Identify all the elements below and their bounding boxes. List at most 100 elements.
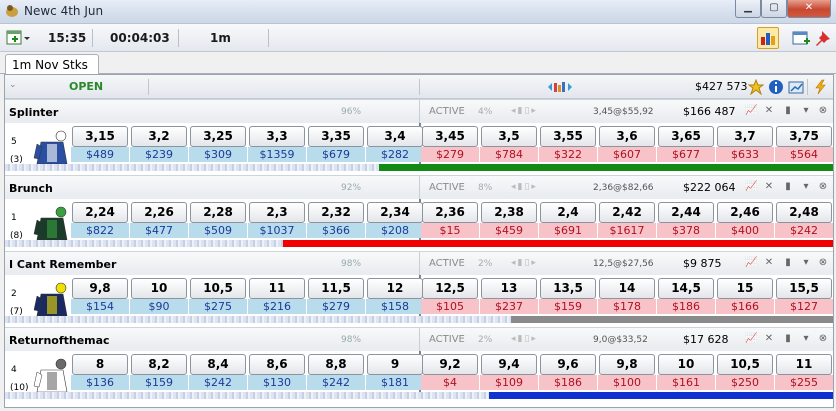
lay-price-button[interactable]: 9,2	[422, 354, 478, 375]
new-window-button[interactable]	[790, 27, 812, 49]
nav-arrows-icon[interactable]: ◂▮▯▸	[511, 182, 538, 192]
star-icon[interactable]	[748, 79, 764, 95]
back-price-button[interactable]: 10,5	[190, 278, 246, 299]
lay-price-button[interactable]: 3,7	[717, 126, 773, 147]
no-tool-icon[interactable]: ✕	[763, 257, 775, 269]
back-price-button[interactable]: 10	[131, 278, 187, 299]
back-price-button[interactable]: 2,3	[249, 202, 305, 223]
graph-icon[interactable]: 📈	[745, 333, 757, 345]
dropdown-icon[interactable]: ▾	[800, 333, 812, 345]
lay-price-button[interactable]: 9,6	[540, 354, 596, 375]
lay-price-button[interactable]: 10	[658, 354, 714, 375]
lay-price-button[interactable]: 2,42	[599, 202, 655, 223]
runner-number: 1	[11, 213, 17, 223]
back-price-button[interactable]: 9,8	[72, 278, 128, 299]
bar-icon[interactable]: ▮	[782, 257, 794, 269]
back-price-button[interactable]: 3,4	[367, 126, 423, 147]
lay-price-button[interactable]: 15,5	[776, 278, 832, 299]
lightning-icon[interactable]	[814, 79, 828, 95]
graph-icon[interactable]	[788, 79, 804, 95]
lay-price-button[interactable]: 2,44	[658, 202, 714, 223]
lay-price-button[interactable]: 13	[481, 278, 537, 299]
lay-price-button[interactable]: 3,55	[540, 126, 596, 147]
lay-price-button[interactable]: 2,46	[717, 202, 773, 223]
lay-price-button[interactable]: 3,65	[658, 126, 714, 147]
lay-price-button[interactable]: 14,5	[658, 278, 714, 299]
lay-price-button[interactable]: 13,5	[540, 278, 596, 299]
lay-price-button[interactable]: 9,4	[481, 354, 537, 375]
bar-icon[interactable]: ▮	[782, 333, 794, 345]
back-price-button[interactable]: 8,2	[131, 354, 187, 375]
graph-icon[interactable]: 📈	[745, 257, 757, 269]
graph-icon[interactable]: 📈	[745, 105, 757, 117]
remove-icon[interactable]: ⊗	[817, 105, 829, 117]
lay-price-button[interactable]: 9,8	[599, 354, 655, 375]
back-price-button[interactable]: 12	[367, 278, 423, 299]
chart-button[interactable]	[757, 27, 779, 49]
bar-icon[interactable]: ▮	[782, 181, 794, 193]
remove-icon[interactable]: ⊗	[817, 333, 829, 345]
no-tool-icon[interactable]: ✕	[763, 105, 775, 117]
lay-price-button[interactable]: 3,75	[776, 126, 832, 147]
dropdown-icon[interactable]: ▾	[800, 257, 812, 269]
lay-price-button[interactable]: 10,5	[717, 354, 773, 375]
back-price-button[interactable]: 3,35	[308, 126, 364, 147]
back-price-button[interactable]: 2,34	[367, 202, 423, 223]
add-market-button[interactable]	[4, 27, 32, 49]
close-button[interactable]: ✕	[787, 0, 831, 18]
bar-icon[interactable]: ▮	[782, 105, 794, 117]
separator	[268, 29, 269, 47]
back-price-button[interactable]: 9	[367, 354, 423, 375]
separator	[148, 79, 149, 95]
graph-icon[interactable]: 📈	[745, 181, 757, 193]
lay-volume: $378	[657, 223, 715, 238]
back-price-button[interactable]: 11	[249, 278, 305, 299]
lay-price-button[interactable]: 2,48	[776, 202, 832, 223]
back-price-button[interactable]: 2,24	[72, 202, 128, 223]
back-price-button[interactable]: 3,15	[72, 126, 128, 147]
back-volume: $216	[248, 299, 306, 314]
collapse-chevron-icon[interactable]: ⌄	[9, 80, 17, 90]
back-price-button[interactable]: 8,4	[190, 354, 246, 375]
lay-price-button[interactable]: 12,5	[422, 278, 478, 299]
lay-price-button[interactable]: 2,4	[540, 202, 596, 223]
lay-price-button[interactable]: 3,5	[481, 126, 537, 147]
back-price-button[interactable]: 2,32	[308, 202, 364, 223]
info-icon[interactable]	[768, 79, 784, 95]
book-icon[interactable]	[548, 81, 572, 93]
weight-of-money-bar	[511, 316, 833, 323]
back-volume: $279	[307, 299, 365, 314]
no-tool-icon[interactable]: ✕	[763, 333, 775, 345]
minimize-button[interactable]: ▁	[735, 0, 761, 18]
back-price-button[interactable]: 2,28	[190, 202, 246, 223]
remove-icon[interactable]: ⊗	[817, 257, 829, 269]
back-price-button[interactable]: 3,3	[249, 126, 305, 147]
no-tool-icon[interactable]: ✕	[763, 181, 775, 193]
dropdown-icon[interactable]: ▾	[800, 105, 812, 117]
remove-icon[interactable]: ⊗	[817, 181, 829, 193]
back-price-button[interactable]: 8	[72, 354, 128, 375]
maximize-button[interactable]: ▢	[761, 0, 787, 18]
back-price-button[interactable]: 11,5	[308, 278, 364, 299]
lay-price-button[interactable]: 2,38	[481, 202, 537, 223]
back-price-button[interactable]: 3,25	[190, 126, 246, 147]
pin-button[interactable]	[812, 27, 834, 49]
back-price-button[interactable]: 8,8	[308, 354, 364, 375]
lay-price-button[interactable]: 3,45	[422, 126, 478, 147]
tab-market[interactable]: 1m Nov Stks	[5, 54, 99, 75]
nav-arrows-icon[interactable]: ◂▮▯▸	[511, 334, 538, 344]
lay-price-button[interactable]: 3,6	[599, 126, 655, 147]
lay-price-button[interactable]: 11	[776, 354, 832, 375]
lay-price-button[interactable]: 15	[717, 278, 773, 299]
back-price-button[interactable]: 3,2	[131, 126, 187, 147]
tab-strip: 1m Nov Stks	[0, 52, 836, 75]
runner-matched: $222 064	[683, 181, 736, 194]
nav-arrows-icon[interactable]: ◂▮▯▸	[511, 106, 538, 116]
dropdown-icon[interactable]: ▾	[800, 181, 812, 193]
lay-volume: $15	[421, 223, 479, 238]
back-price-button[interactable]: 2,26	[131, 202, 187, 223]
nav-arrows-icon[interactable]: ◂▮▯▸	[511, 258, 538, 268]
lay-price-button[interactable]: 14	[599, 278, 655, 299]
lay-price-button[interactable]: 2,36	[422, 202, 478, 223]
back-price-button[interactable]: 8,6	[249, 354, 305, 375]
